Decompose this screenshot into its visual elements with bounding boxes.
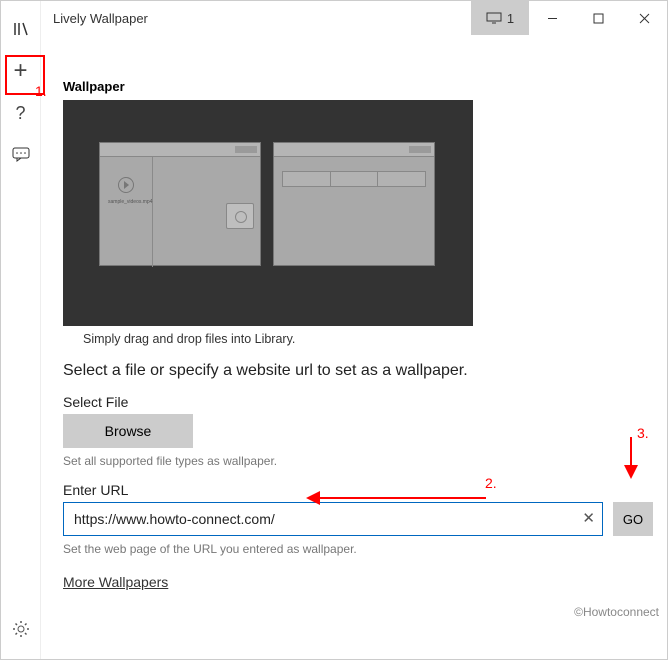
app-title: Lively Wallpaper <box>49 1 471 35</box>
section-title: Wallpaper <box>63 79 653 94</box>
monitor-select-button[interactable]: 1 <box>471 1 529 35</box>
close-button[interactable] <box>621 1 667 35</box>
clear-url-icon[interactable]: ✕ <box>582 509 595 527</box>
preview-window-right <box>273 142 435 266</box>
maximize-button[interactable] <box>575 1 621 35</box>
monitor-icon <box>486 12 502 24</box>
gear-icon <box>12 620 30 638</box>
annotation-label-2: 2. <box>485 475 497 491</box>
feedback-icon <box>12 147 30 163</box>
preview-window-left: sample_videos.mp4 <box>99 142 261 266</box>
annotation-label-1: 1. <box>35 83 47 99</box>
close-icon <box>639 13 650 24</box>
maximize-icon <box>593 13 604 24</box>
library-icon <box>12 20 30 38</box>
sidebar: + ? <box>1 1 41 659</box>
wallpaper-preview: sample_videos.mp4 <box>63 100 473 326</box>
preview-caption: Simply drag and drop files into Library. <box>83 332 653 346</box>
sidebar-item-feedback[interactable] <box>1 135 41 175</box>
watermark: ©Howtoconnect <box>574 605 659 619</box>
select-file-hint: Set all supported file types as wallpape… <box>63 454 653 468</box>
annotation-label-3: 3. <box>637 425 649 441</box>
go-button[interactable]: GO <box>613 502 653 536</box>
minimize-icon <box>547 13 558 24</box>
sidebar-item-help[interactable]: ? <box>1 93 41 133</box>
help-icon: ? <box>15 103 25 124</box>
more-wallpapers-link[interactable]: More Wallpapers <box>63 574 168 590</box>
sidebar-item-settings[interactable] <box>1 609 41 649</box>
title-bar: Lively Wallpaper 1 <box>1 1 667 35</box>
instruction-text: Select a file or specify a website url t… <box>63 362 653 380</box>
enter-url-hint: Set the web page of the URL you entered … <box>63 542 653 556</box>
browse-button[interactable]: Browse <box>63 414 193 448</box>
select-file-label: Select File <box>63 394 653 410</box>
monitor-label: 1 <box>507 11 514 26</box>
annotation-arrow-2 <box>306 488 496 513</box>
sidebar-item-library[interactable] <box>1 9 41 49</box>
annotation-arrow-3 <box>621 437 641 484</box>
minimize-button[interactable] <box>529 1 575 35</box>
